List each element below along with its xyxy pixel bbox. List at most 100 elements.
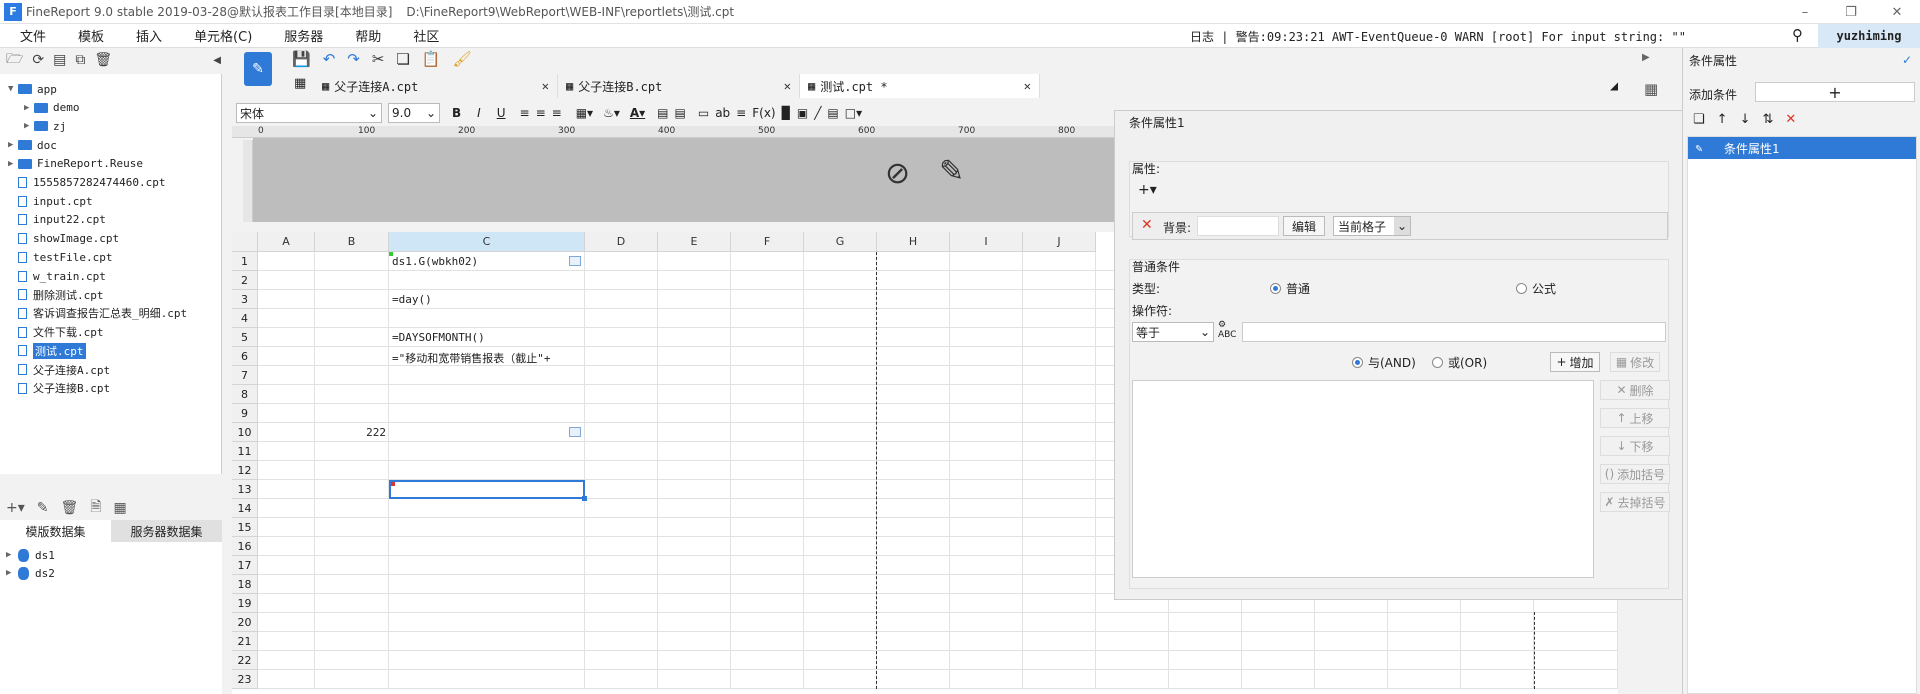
dataset-item[interactable]: ▶ ds2 — [6, 564, 55, 582]
tab-test-active[interactable]: ▦ 测试.cpt * ✕ — [800, 74, 1040, 98]
collapse-left-icon[interactable]: ◀ — [213, 55, 221, 66]
type-normal-radio[interactable]: 普通 — [1270, 280, 1310, 297]
delete-condition-button[interactable]: ✕ 删除 — [1600, 380, 1670, 400]
menu-template[interactable]: 模板 — [66, 26, 116, 45]
log-message[interactable]: 日志 | 警告:09:23:21 AWT-EventQueue-0 WARN [… — [1190, 28, 1686, 45]
type-formula-radio[interactable]: 公式 — [1516, 280, 1556, 297]
row-header[interactable]: 18 — [232, 575, 258, 594]
preview-dataset-icon[interactable]: 🗎 — [90, 496, 101, 520]
close-tab-icon[interactable]: ✕ — [784, 79, 791, 93]
close-tab-icon[interactable]: ✕ — [1024, 79, 1031, 93]
menu-community[interactable]: 社区 — [401, 26, 451, 45]
cell-c5[interactable]: =DAYSOFMONTH() — [392, 331, 582, 346]
search-icon[interactable]: ⚲ — [1792, 26, 1803, 44]
format-painter-icon[interactable]: 🖌 — [453, 50, 472, 68]
tab-template-dataset[interactable]: 模版数据集 — [0, 520, 111, 542]
folder-node[interactable]: ▶ zj — [24, 117, 66, 135]
row-header[interactable]: 7 — [232, 366, 258, 385]
merge-cells-icon[interactable]: ▤ — [657, 106, 668, 120]
condition-value-input[interactable] — [1242, 322, 1666, 342]
expand-arrow-icon[interactable]: ▶ — [24, 103, 34, 113]
select-all-corner[interactable] — [232, 232, 258, 252]
file-node[interactable]: input.cpt — [8, 192, 93, 210]
delete-icon[interactable]: ✕ — [1785, 112, 1796, 127]
folder-node[interactable]: ▶ FineReport.Reuse — [8, 155, 143, 173]
scope-select[interactable]: 当前格子 ⌄ — [1333, 216, 1411, 236]
folder-node[interactable]: ▼ app — [8, 80, 57, 98]
row-header[interactable]: 15 — [232, 518, 258, 537]
column-header[interactable]: E — [658, 232, 731, 252]
minimize-icon[interactable]: – — [1782, 0, 1828, 24]
modify-condition-button[interactable]: ▦ 修改 — [1610, 352, 1660, 372]
richtext-icon[interactable]: ≡ — [736, 106, 746, 120]
column-header[interactable]: D — [585, 232, 658, 252]
dataset-item[interactable]: ▶ ds1 — [6, 546, 55, 564]
expand-arrow-icon[interactable]: ▼ — [8, 84, 18, 94]
file-node[interactable]: 测试.cpt — [8, 342, 86, 360]
row-header[interactable]: 6 — [232, 347, 258, 366]
subreport-icon[interactable]: ▤ — [827, 106, 838, 120]
cut-icon[interactable]: ✂ — [372, 50, 385, 68]
file-node[interactable]: 文件下载.cpt — [8, 323, 104, 341]
expand-arrow-icon[interactable]: ▶ — [24, 121, 34, 131]
image-icon[interactable]: ▣ — [797, 106, 808, 120]
row-header[interactable]: 10 — [232, 423, 258, 442]
menu-file[interactable]: 文件 — [8, 26, 58, 45]
file-node[interactable]: input22.cpt — [8, 211, 106, 229]
unmerge-cells-icon[interactable]: ▤ — [675, 106, 686, 120]
row-header[interactable]: 13 — [232, 480, 258, 499]
row-header[interactable]: 23 — [232, 670, 258, 689]
condition-item[interactable]: ✎ 条件属性1 — [1688, 137, 1916, 159]
cell-c3[interactable]: =day() — [392, 293, 582, 308]
row-header[interactable]: 4 — [232, 309, 258, 328]
column-header[interactable]: J — [1023, 232, 1096, 252]
and-radio[interactable]: 与(AND) — [1352, 354, 1416, 371]
collapse-right-icon[interactable]: ▶ — [1642, 52, 1650, 63]
close-tab-icon[interactable]: ✕ — [542, 79, 549, 93]
copy-icon[interactable]: ❏ — [396, 50, 409, 68]
row-header[interactable]: 1 — [232, 252, 258, 271]
align-left-icon[interactable]: ≡ — [520, 106, 530, 120]
restore-icon[interactable]: ❐ — [1828, 0, 1874, 24]
condition-list[interactable] — [1132, 380, 1594, 578]
file-node[interactable]: showImage.cpt — [8, 230, 119, 248]
row-header[interactable]: 16 — [232, 537, 258, 556]
column-header[interactable]: B — [315, 232, 389, 252]
cell-c6[interactable]: ="移动和宽带销售报表（截止"+ — [392, 350, 582, 365]
insert-cell-icon[interactable]: ▭ — [698, 106, 709, 120]
folder-node[interactable]: ▶ doc — [8, 136, 57, 154]
cell-dropdown-icon[interactable] — [569, 427, 581, 437]
column-header[interactable]: A — [258, 232, 315, 252]
file-node[interactable]: 父子连接B.cpt — [8, 379, 110, 397]
fill-handle[interactable] — [582, 496, 587, 501]
file-node[interactable]: 客诉调查报告汇总表_明细.cpt — [8, 304, 187, 322]
column-header[interactable]: I — [950, 232, 1023, 252]
file-node[interactable]: 删除测试.cpt — [8, 286, 104, 304]
undo-icon[interactable]: ↶ — [323, 50, 336, 68]
arrow-down-icon[interactable]: ↓ — [1740, 112, 1751, 127]
row-header[interactable]: 12 — [232, 461, 258, 480]
row-header[interactable]: 8 — [232, 385, 258, 404]
column-header[interactable]: F — [731, 232, 804, 252]
add-condition-button[interactable]: + 增加 — [1550, 352, 1600, 372]
remove-bracket-button[interactable]: ✗ 去掉括号 — [1600, 492, 1670, 512]
file-node[interactable]: testFile.cpt — [8, 248, 112, 266]
row-header[interactable]: 11 — [232, 442, 258, 461]
expand-arrow-icon[interactable]: ▶ — [6, 568, 18, 578]
bold-icon[interactable]: B — [452, 106, 461, 120]
row-header[interactable]: 20 — [232, 613, 258, 632]
value-type-icon[interactable]: ⚙ ABC — [1218, 320, 1236, 340]
open-folder-icon[interactable]: 🗁 — [6, 48, 23, 72]
properties-icon[interactable]: ▤ — [53, 52, 66, 68]
menu-help[interactable]: 帮助 — [343, 26, 393, 45]
font-size-select[interactable]: 9.0 ⌄ — [388, 103, 440, 123]
row-header[interactable]: 14 — [232, 499, 258, 518]
remove-attribute-icon[interactable]: ✕ — [1141, 217, 1153, 233]
selected-cell-c13[interactable] — [389, 480, 585, 499]
user-name[interactable]: yuzhiming — [1818, 24, 1920, 48]
row-header[interactable]: 19 — [232, 594, 258, 613]
slash-icon[interactable]: ╱ — [814, 106, 821, 120]
server-dataset-icon[interactable]: ▦ — [114, 500, 127, 516]
arrow-up-icon[interactable]: ↑ — [1717, 112, 1728, 127]
menu-insert[interactable]: 插入 — [124, 26, 174, 45]
